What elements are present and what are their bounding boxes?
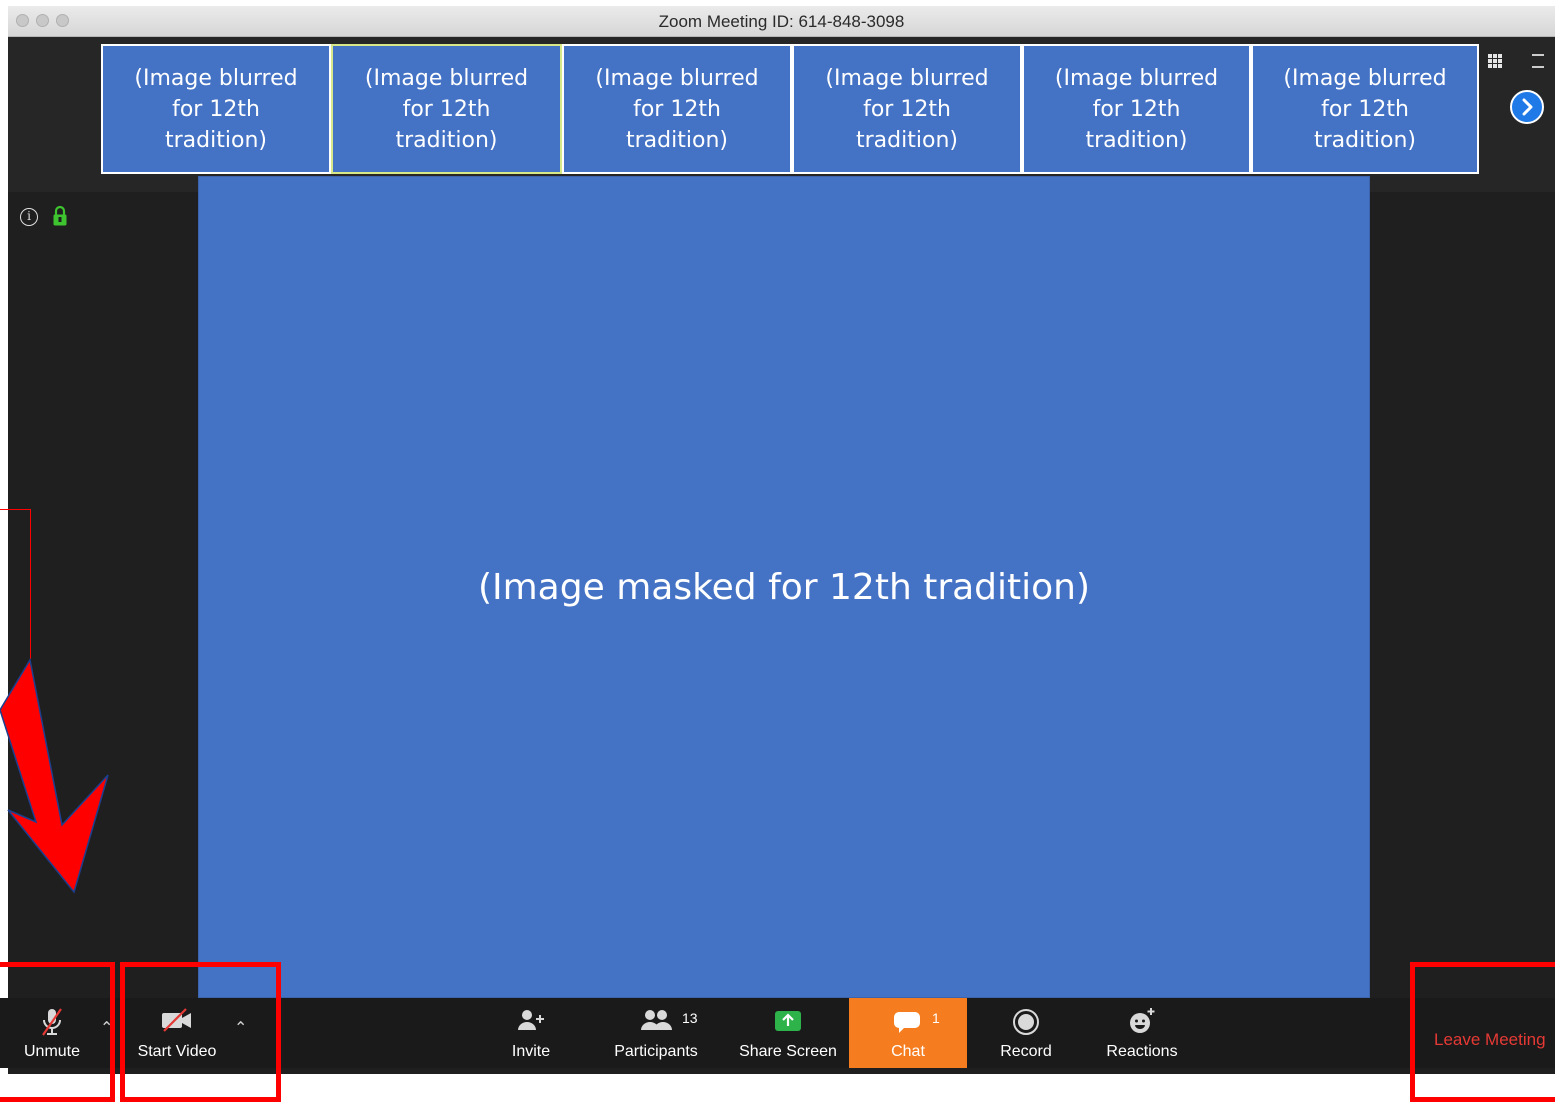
participant-thumbnail[interactable]: (Image blurred for 12th tradition) — [331, 44, 562, 174]
record-button[interactable]: Record — [988, 998, 1064, 1068]
invite-label: Invite — [511, 1043, 551, 1060]
chat-button[interactable]: Chat — [849, 998, 967, 1068]
meeting-info-icon[interactable]: i — [20, 208, 38, 226]
annotation-highlight-box — [0, 962, 115, 1102]
reactions-button[interactable]: Reactions — [1096, 998, 1188, 1068]
chat-bubble-icon — [894, 1012, 920, 1033]
add-person-icon — [518, 1010, 544, 1030]
participant-thumbnail[interactable]: (Image blurred for 12th tradition) — [562, 44, 792, 174]
participants-count: 13 — [682, 1010, 698, 1026]
participants-label: Participants — [614, 1043, 698, 1060]
participants-button[interactable]: Participants — [604, 998, 708, 1068]
annotation-highlight-box — [120, 962, 281, 1102]
fullscreen-icon[interactable] — [1532, 54, 1544, 68]
annotation-highlight-box — [1410, 962, 1555, 1102]
share-screen-label: Share Screen — [739, 1043, 837, 1060]
participant-thumbnail[interactable]: (Image blurred for 12th tradition) — [792, 44, 1022, 174]
invite-button[interactable]: Invite — [496, 998, 566, 1068]
participants-icon — [641, 1010, 672, 1030]
add-reaction-icon — [1130, 1008, 1155, 1033]
record-icon — [1013, 1009, 1039, 1035]
participant-thumbnail[interactable]: (Image blurred for 12th tradition) — [1022, 44, 1251, 174]
active-speaker-view: (Image masked for 12th tradition) — [198, 176, 1370, 998]
share-screen-icon — [775, 1011, 801, 1031]
annotation-arrow-icon — [0, 657, 109, 894]
chat-label: Chat — [891, 1043, 925, 1060]
window-title: Zoom Meeting ID: 614-848-3098 — [658, 12, 905, 31]
title-bar: Zoom Meeting ID: 614-848-3098 — [8, 6, 1555, 37]
next-page-button[interactable] — [1510, 90, 1544, 124]
gallery-view-icon[interactable] — [1488, 54, 1502, 68]
share-screen-button[interactable]: Share Screen — [728, 998, 848, 1068]
encryption-lock-icon[interactable] — [52, 205, 68, 227]
chevron-right-icon — [1522, 98, 1533, 116]
chat-unread-count: 1 — [932, 1010, 940, 1026]
annotation-line — [30, 509, 31, 659]
annotation-line — [0, 509, 31, 510]
participant-thumbnail[interactable]: (Image blurred for 12th tradition) — [101, 44, 331, 174]
reactions-label: Reactions — [1106, 1043, 1178, 1060]
record-label: Record — [1000, 1043, 1052, 1060]
participant-thumbnail[interactable]: (Image blurred for 12th tradition) — [1251, 44, 1479, 174]
